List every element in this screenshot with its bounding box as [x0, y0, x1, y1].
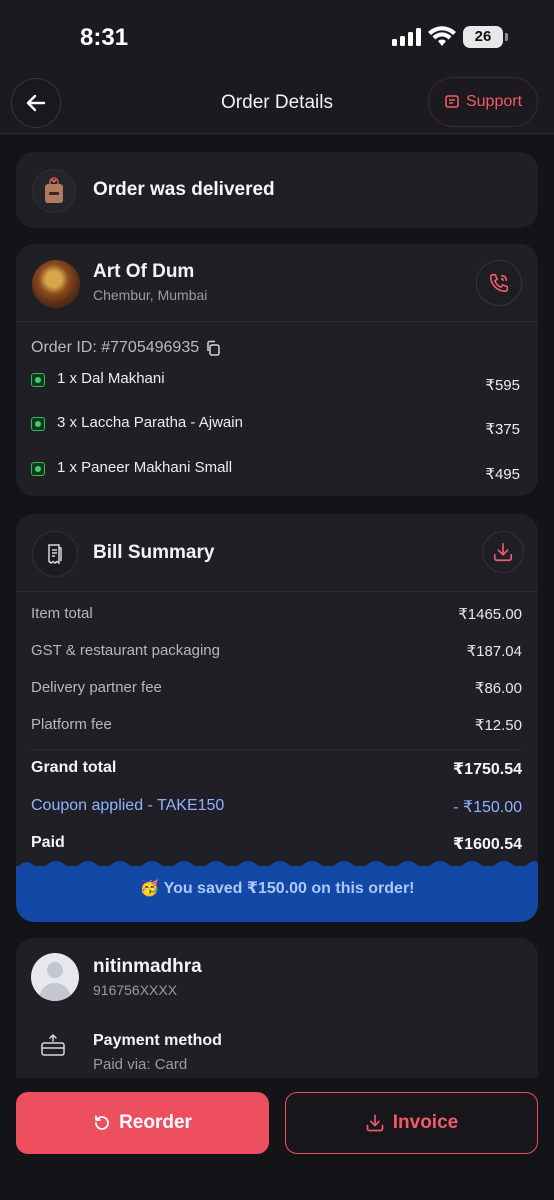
list-item: 1 x Dal Makhani ₹595 — [31, 370, 522, 394]
savings-message: You saved ₹150.00 on this order! — [163, 880, 415, 897]
restaurant-location: Chembur, Mumbai — [93, 287, 208, 303]
support-chat-icon — [445, 95, 459, 108]
grand-total-row: Grand total ₹1750.54 — [31, 759, 522, 778]
bill-row-value: ₹187.04 — [466, 643, 522, 660]
top-header: Order Details Support — [0, 70, 554, 134]
customer-name: nitinmadhra — [93, 956, 202, 977]
restaurant-name[interactable]: Art Of Dum — [93, 261, 194, 283]
savings-text: 🥳 You saved ₹150.00 on this order! — [16, 878, 538, 898]
item-name: 1 x Paneer Makhani Small — [57, 459, 233, 476]
veg-indicator-icon — [31, 417, 45, 431]
support-button[interactable]: Support — [428, 77, 538, 127]
coupon-label: Coupon applied - TAKE150 — [31, 797, 225, 814]
veg-indicator-icon — [31, 462, 45, 476]
delivery-status-text: Order was delivered — [93, 179, 275, 200]
copy-icon[interactable] — [205, 340, 221, 356]
item-name: 3 x Laccha Paratha - Ajwain — [57, 414, 243, 431]
invoice-button[interactable]: Invoice — [285, 1092, 538, 1154]
phone-icon — [489, 273, 509, 293]
bill-row-label: Item total — [31, 605, 93, 622]
call-restaurant-button[interactable] — [476, 260, 522, 306]
restaurant-order-card: Art Of Dum Chembur, Mumbai Order ID: #77… — [16, 244, 538, 496]
receipt-icon — [32, 531, 78, 577]
cellular-signal-icon — [392, 28, 422, 46]
support-label: Support — [465, 93, 523, 110]
item-price: ₹595 — [485, 377, 520, 394]
payment-method-detail: Paid via: Card — [93, 1056, 188, 1073]
item-name: 1 x Dal Makhani — [57, 370, 165, 387]
status-bar: 8:31 26 — [0, 0, 554, 70]
bill-row-value: ₹1465.00 — [458, 606, 522, 623]
party-face-icon: 🥳 — [139, 880, 160, 897]
order-id-text: Order ID: #7705496935 — [31, 339, 200, 356]
wifi-icon — [428, 26, 456, 46]
delivery-status-card: Order was delivered — [16, 152, 538, 228]
invoice-label: Invoice — [392, 1112, 459, 1133]
bill-row-value: ₹12.50 — [474, 717, 522, 734]
divider — [16, 591, 538, 592]
bill-row-platform-fee: Platform fee ₹12.50 — [31, 716, 522, 734]
bill-row-label: Delivery partner fee — [31, 679, 162, 696]
bill-row-item-total: Item total ₹1465.00 — [31, 605, 522, 623]
list-item: 3 x Laccha Paratha - Ajwain ₹375 — [31, 414, 522, 438]
veg-indicator-icon — [31, 373, 45, 387]
reorder-button[interactable]: Reorder — [16, 1092, 269, 1154]
bill-row-gst: GST & restaurant packaging ₹187.04 — [31, 642, 522, 660]
divider — [16, 321, 538, 322]
grand-total-value: ₹1750.54 — [453, 761, 522, 778]
savings-banner: 🥳 You saved ₹150.00 on this order! — [16, 866, 538, 922]
divider — [31, 749, 522, 750]
download-icon — [493, 542, 513, 562]
payment-card-icon — [41, 1034, 65, 1056]
bill-row-label: Platform fee — [31, 716, 112, 733]
bill-row-delivery-fee: Delivery partner fee ₹86.00 — [31, 679, 522, 697]
download-icon — [366, 1114, 384, 1132]
paid-value: ₹1600.54 — [453, 836, 522, 853]
bill-summary-card: Bill Summary Item total ₹1465.00 GST & r… — [16, 514, 538, 922]
restaurant-image — [32, 260, 80, 308]
bill-summary-title: Bill Summary — [93, 542, 215, 563]
delivery-bag-icon — [32, 169, 76, 213]
bill-row-value: ₹86.00 — [474, 680, 522, 697]
item-price: ₹495 — [485, 466, 520, 483]
reorder-label: Reorder — [119, 1112, 192, 1133]
coupon-row: Coupon applied - TAKE150 - ₹150.00 — [31, 797, 522, 816]
paid-label: Paid — [31, 834, 65, 851]
avatar — [31, 953, 79, 1001]
order-id: Order ID: #7705496935 — [31, 339, 221, 357]
coupon-value: - ₹150.00 — [453, 799, 522, 816]
grand-total-label: Grand total — [31, 759, 117, 776]
battery-tip — [505, 33, 508, 41]
bottom-action-bar: Reorder Invoice — [0, 1078, 554, 1200]
status-time: 8:31 — [80, 24, 129, 51]
battery-icon: 26 — [463, 26, 503, 48]
item-price: ₹375 — [485, 421, 520, 438]
refresh-icon — [95, 1115, 109, 1130]
customer-phone: 916756XXXX — [93, 982, 178, 998]
bill-row-label: GST & restaurant packaging — [31, 642, 220, 659]
paid-row: Paid ₹1600.54 — [31, 834, 522, 853]
download-bill-button[interactable] — [482, 531, 524, 573]
payment-method-title: Payment method — [93, 1032, 222, 1049]
list-item: 1 x Paneer Makhani Small ₹495 — [31, 459, 522, 483]
